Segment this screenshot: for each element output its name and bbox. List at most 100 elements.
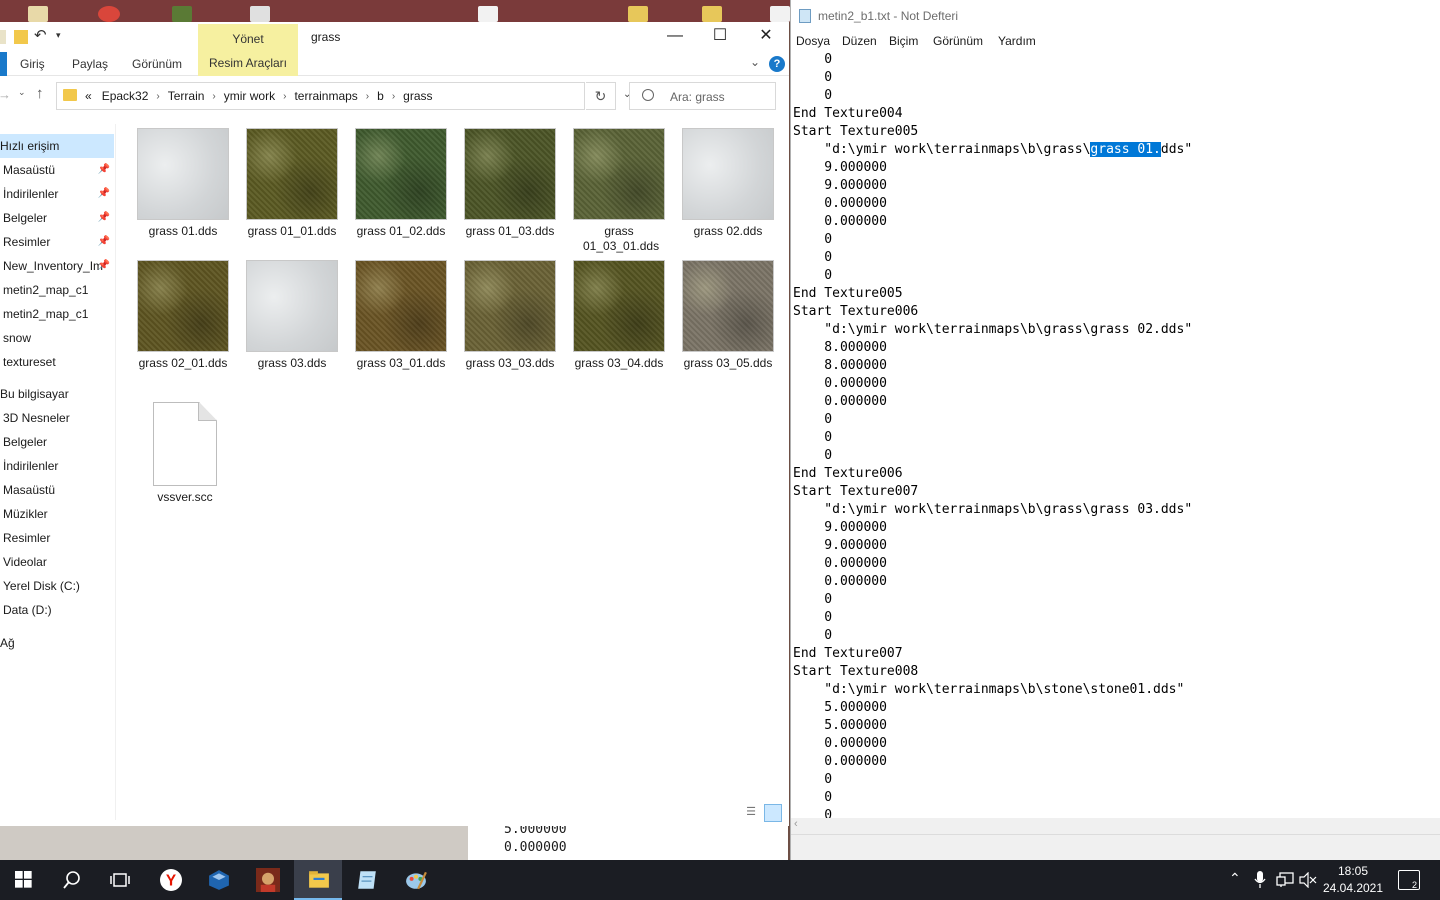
details-view-icon[interactable]: ☰ — [742, 804, 760, 822]
nav-item-folder[interactable]: snow — [0, 326, 114, 350]
nav-item-folder[interactable]: metin2_map_c1 — [0, 302, 114, 326]
up-arrow-icon[interactable]: ↑ — [36, 85, 44, 102]
file-tile[interactable]: grass 01_02.dds — [348, 124, 454, 239]
tab-home[interactable]: Giriş — [20, 57, 45, 71]
search-button[interactable] — [48, 860, 96, 900]
start-button[interactable] — [0, 860, 48, 900]
volume-muted-icon[interactable] — [1299, 872, 1317, 888]
microphone-icon[interactable] — [1254, 871, 1266, 889]
chevron-right-icon[interactable]: › — [210, 89, 217, 105]
desktop-file-icon[interactable] — [478, 6, 498, 22]
file-tile[interactable]: grass 01_03_01.dds — [566, 124, 672, 254]
file-tile[interactable]: grass 03_03.dds — [457, 256, 563, 371]
breadcrumb-overflow[interactable]: « — [81, 89, 96, 105]
file-tile[interactable]: grass 03_04.dds — [566, 256, 672, 371]
close-button[interactable]: ✕ — [743, 22, 789, 52]
nav-item-data-disk[interactable]: Data (D:) — [0, 598, 114, 622]
pin-icon[interactable]: 📌 — [98, 206, 110, 230]
menu-file[interactable]: Dosya — [796, 34, 830, 48]
file-tile[interactable]: grass 03.dds — [239, 256, 345, 371]
minimize-button[interactable]: — — [652, 22, 698, 52]
chevron-right-icon[interactable]: › — [390, 89, 397, 105]
menu-edit[interactable]: Düzen — [842, 34, 877, 48]
chevron-right-icon[interactable]: › — [154, 89, 161, 105]
file-tile[interactable]: grass 02_01.dds — [130, 256, 236, 371]
nav-item-folder[interactable]: New_Inventory_Im 📌 — [0, 254, 114, 278]
nav-item-this-pc[interactable]: Bu bilgisayar — [0, 382, 114, 406]
show-hidden-icons[interactable]: ⌃ — [1229, 870, 1241, 887]
pin-icon[interactable]: 📌 — [98, 254, 110, 278]
search-input[interactable]: Ara: grass — [629, 82, 776, 110]
file-tab[interactable] — [0, 52, 7, 76]
desktop-file-icon[interactable] — [28, 6, 48, 22]
nav-item-pictures[interactable]: Resimler 📌 — [0, 230, 114, 254]
nav-item-3d-objects[interactable]: 3D Nesneler — [0, 406, 114, 430]
clock[interactable]: 18:05 24.04.2021 — [1318, 863, 1388, 897]
desktop-file-icon[interactable] — [770, 6, 790, 22]
menu-format[interactable]: Biçim — [889, 34, 918, 48]
nav-item-documents[interactable]: Belgeler 📌 — [0, 206, 114, 230]
breadcrumb-item[interactable]: grass — [397, 89, 438, 105]
forward-arrow-icon[interactable]: → — [0, 87, 11, 102]
address-bar[interactable]: « Epack32 › Terrain › ymir work › terrai… — [56, 82, 631, 110]
customize-toolbar-icon[interactable]: ▾ — [56, 30, 70, 44]
network-icon[interactable] — [1276, 872, 1294, 888]
recent-locations-icon[interactable]: ⌄ — [18, 87, 26, 98]
file-tile[interactable]: grass 02.dds — [675, 124, 781, 239]
maximize-button[interactable]: ☐ — [697, 22, 743, 52]
file-explorer-button[interactable] — [294, 860, 342, 900]
scroll-left-icon[interactable]: ‹ — [794, 818, 798, 830]
breadcrumb-item[interactable]: ymir work — [218, 89, 281, 105]
file-tile[interactable]: grass 03_05.dds — [675, 256, 781, 371]
breadcrumb-item[interactable]: Epack32 — [96, 89, 155, 105]
tab-picture-tools[interactable]: Resim Araçları — [198, 52, 298, 76]
file-tile[interactable]: vssver.scc — [132, 396, 238, 505]
nav-item-network[interactable]: Ağ — [0, 631, 114, 655]
new-folder-icon[interactable] — [14, 30, 28, 44]
nav-item-downloads[interactable]: İndirilenler — [0, 454, 114, 478]
nav-item-folder[interactable]: textureset — [0, 350, 114, 374]
nav-item-quick-access[interactable]: Hızlı erişim — [0, 134, 114, 158]
virtualbox-button[interactable] — [194, 860, 242, 900]
yandex-browser-button[interactable]: Y — [146, 860, 194, 900]
nav-item-documents[interactable]: Belgeler — [0, 430, 114, 454]
help-icon[interactable]: ? — [769, 56, 785, 72]
nav-item-music[interactable]: Müzikler — [0, 502, 114, 526]
notepad-button[interactable] — [342, 860, 390, 900]
desktop-folder-icon[interactable] — [628, 6, 648, 22]
ribbon-expand-icon[interactable]: ⌄ — [750, 55, 760, 69]
tab-view[interactable]: Görünüm — [132, 57, 182, 71]
pin-icon[interactable]: 📌 — [98, 182, 110, 206]
breadcrumb-item[interactable]: terrainmaps — [288, 89, 363, 105]
chrome-icon[interactable] — [98, 6, 120, 22]
file-tile[interactable]: grass 03_01.dds — [348, 256, 454, 371]
undo-icon[interactable]: ↶ — [34, 28, 48, 44]
nav-item-folder[interactable]: metin2_map_c1 — [0, 278, 114, 302]
menu-view[interactable]: Görünüm — [933, 34, 983, 48]
horizontal-scrollbar[interactable]: ‹ — [791, 818, 1440, 834]
pin-icon[interactable]: 📌 — [98, 230, 110, 254]
document-file-icon[interactable] — [250, 6, 270, 22]
file-tile[interactable]: grass 01.dds — [130, 124, 236, 239]
pin-icon[interactable]: 📌 — [98, 158, 110, 182]
paint-button[interactable] — [390, 860, 438, 900]
action-center-button[interactable]: 2 — [1398, 870, 1420, 890]
task-view-button[interactable] — [96, 860, 144, 900]
nav-item-videos[interactable]: Videolar — [0, 550, 114, 574]
menu-help[interactable]: Yardım — [998, 34, 1036, 48]
breadcrumb-item[interactable]: b — [371, 89, 390, 105]
nav-item-desktop[interactable]: Masaüstü — [0, 478, 114, 502]
file-tile[interactable]: grass 01_01.dds — [239, 124, 345, 239]
game-button[interactable] — [244, 860, 292, 900]
manage-tab-header[interactable]: Yönet — [198, 24, 298, 52]
refresh-button[interactable]: ↻ — [586, 82, 616, 110]
nav-item-downloads[interactable]: İndirilenler 📌 — [0, 182, 114, 206]
properties-icon[interactable] — [0, 30, 6, 44]
file-tile[interactable]: grass 01_03.dds — [457, 124, 563, 239]
tab-share[interactable]: Paylaş — [72, 57, 108, 71]
nav-item-desktop[interactable]: Masaüstü 📌 — [0, 158, 114, 182]
text-editor[interactable]: 0 0 0 End Texture004 Start Texture005 "d… — [793, 51, 1440, 818]
chevron-right-icon[interactable]: › — [364, 89, 371, 105]
desktop-folder-icon[interactable] — [702, 6, 722, 22]
nav-item-pictures[interactable]: Resimler — [0, 526, 114, 550]
